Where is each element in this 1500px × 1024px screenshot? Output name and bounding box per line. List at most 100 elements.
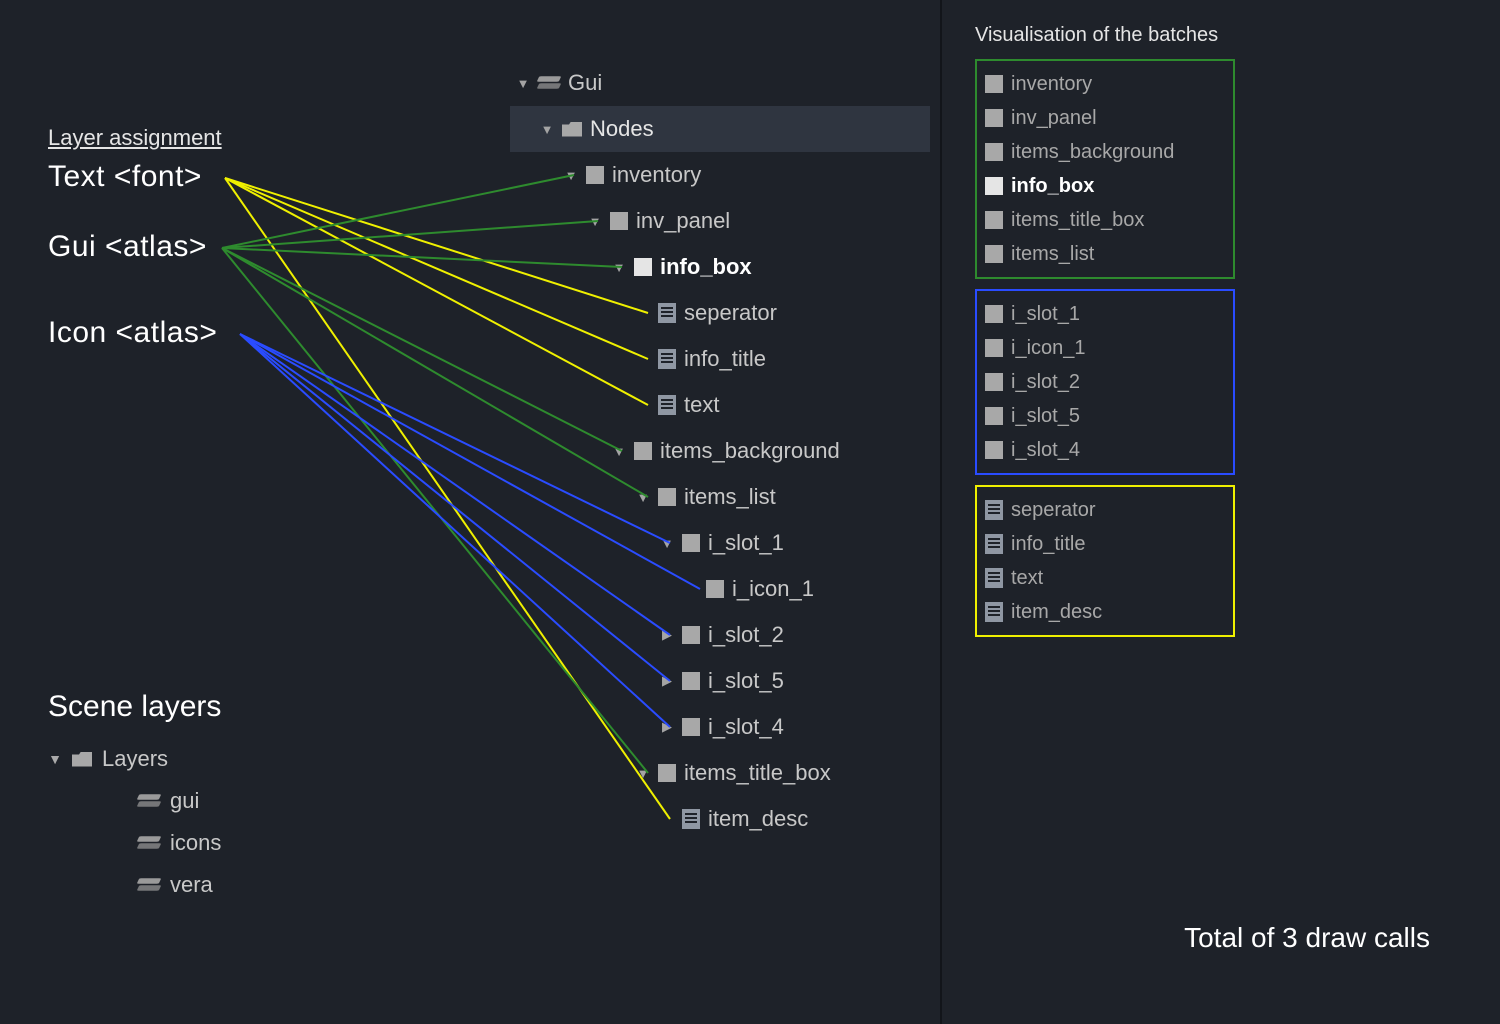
box-node-icon: [682, 534, 700, 552]
batch-row-label: info_box: [1011, 175, 1094, 198]
tree-row-label: i_slot_2: [708, 622, 784, 648]
box-node-icon: [610, 212, 628, 230]
scene-layers-panel: Scene layers ▼ Layers gui icons vera: [48, 690, 221, 906]
batch-row: i_slot_4: [985, 433, 1225, 467]
box-node-icon: [634, 442, 652, 460]
scene-layer-item[interactable]: gui: [84, 780, 221, 822]
text-node-icon: [985, 568, 1003, 588]
box-node-icon: [985, 177, 1003, 195]
layer-assignment-title: Layer assignment: [48, 125, 222, 151]
tree-row[interactable]: item_desc: [510, 796, 930, 842]
batch-group-blue: i_slot_1 i_icon_1 i_slot_2 i_slot_5 i_slot_4: [975, 289, 1235, 475]
scene-layer-item[interactable]: vera: [84, 864, 221, 906]
batch-row: i_slot_1: [985, 297, 1225, 331]
batch-row-label: items_list: [1011, 243, 1094, 266]
box-node-icon: [634, 258, 652, 276]
box-node-icon: [985, 75, 1003, 93]
stack-icon: [138, 792, 160, 810]
tree-row[interactable]: ▼ items_background: [510, 428, 930, 474]
tree-row[interactable]: ▼inv_panel: [510, 198, 930, 244]
box-node-icon: [985, 305, 1003, 323]
chevron-down-icon: ▼: [564, 168, 578, 183]
layer-label-icon: Icon <atlas>: [48, 316, 217, 350]
tree-row-label: items_list: [684, 484, 776, 510]
box-node-icon: [682, 718, 700, 736]
tree-row-label: i_slot_5: [708, 668, 784, 694]
scene-layer-label: vera: [170, 872, 213, 898]
tree-row[interactable]: seperator: [510, 290, 930, 336]
stack-icon: [138, 834, 160, 852]
batch-row-label: info_title: [1011, 533, 1086, 556]
folder-icon: [72, 749, 92, 769]
box-node-icon: [985, 339, 1003, 357]
tree-row[interactable]: ▶ i_slot_4: [510, 704, 930, 750]
scene-layer-label: icons: [170, 830, 221, 856]
chevron-down-icon: ▼: [660, 536, 674, 551]
batch-row-label: i_slot_1: [1011, 303, 1080, 326]
box-node-icon: [706, 580, 724, 598]
tree-row[interactable]: i_icon_1: [510, 566, 930, 612]
batch-row-label: text: [1011, 567, 1043, 590]
tree-row[interactable]: ▼inventory: [510, 152, 930, 198]
tree-row[interactable]: ▼ i_slot_1: [510, 520, 930, 566]
text-node-icon: [985, 534, 1003, 554]
text-node-icon: [658, 303, 676, 323]
tree-row[interactable]: ▶i_slot_5: [510, 658, 930, 704]
tree-row[interactable]: ▼ items_list: [510, 474, 930, 520]
chevron-down-icon: ▼: [612, 260, 626, 275]
batch-row: text: [985, 561, 1225, 595]
batch-group-green: inventoryinv_panel items_background info_b…: [975, 59, 1235, 279]
tree-row[interactable]: ▼items_title_box: [510, 750, 930, 796]
tree-row[interactable]: ▶ i_slot_2: [510, 612, 930, 658]
stack-icon: [138, 876, 160, 894]
node-tree-panel: ▼ Gui ▼ Nodes ▼inventory▼inv_panel▼info_…: [510, 60, 930, 842]
total-draw-calls: Total of 3 draw calls: [1184, 922, 1430, 954]
batch-row: inv_panel: [985, 101, 1225, 135]
batch-row: item_desc: [985, 595, 1225, 629]
chevron-down-icon: ▼: [48, 751, 62, 767]
batch-row: items_title_box: [985, 203, 1225, 237]
batch-row-label: i_slot_2: [1011, 371, 1080, 394]
batch-row: seperator: [985, 493, 1225, 527]
batch-row: inventory: [985, 67, 1225, 101]
box-node-icon: [985, 143, 1003, 161]
tree-root-gui[interactable]: ▼ Gui: [510, 60, 930, 106]
batches-title: Visualisation of the batches: [975, 24, 1235, 47]
tree-row-label: seperator: [684, 300, 777, 326]
scene-layers-title: Scene layers: [48, 690, 221, 724]
box-node-icon: [586, 166, 604, 184]
text-node-icon: [682, 809, 700, 829]
batch-row: items_background: [985, 135, 1225, 169]
tree-row-label: items_background: [660, 438, 840, 464]
tree-nodes-folder[interactable]: ▼ Nodes: [510, 106, 930, 152]
batch-row-label: items_title_box: [1011, 209, 1144, 232]
box-node-icon: [985, 407, 1003, 425]
tree-row[interactable]: info_title: [510, 336, 930, 382]
batch-row: i_icon_1: [985, 331, 1225, 365]
scene-layer-label: gui: [170, 788, 199, 814]
box-node-icon: [985, 441, 1003, 459]
batch-row-label: items_background: [1011, 141, 1174, 164]
chevron-right-icon: ▶: [660, 627, 674, 643]
batch-row-label: seperator: [1011, 499, 1096, 522]
scene-layer-item[interactable]: icons: [84, 822, 221, 864]
box-node-icon: [658, 488, 676, 506]
chevron-right-icon: ▶: [660, 719, 674, 735]
box-node-icon: [682, 626, 700, 644]
tree-row-label: item_desc: [708, 806, 808, 832]
layer-label-gui: Gui <atlas>: [48, 230, 207, 264]
chevron-down-icon: ▼: [516, 76, 530, 91]
chevron-down-icon: ▼: [612, 444, 626, 459]
scene-layers-root[interactable]: ▼ Layers: [48, 738, 221, 780]
batch-row-label: i_slot_4: [1011, 439, 1080, 462]
tree-row-label: i_slot_1: [708, 530, 784, 556]
tree-row-label: i_slot_4: [708, 714, 784, 740]
box-node-icon: [682, 672, 700, 690]
chevron-down-icon: ▼: [636, 490, 650, 505]
batch-row-label: i_slot_5: [1011, 405, 1080, 428]
scene-layers-root-label: Layers: [102, 746, 168, 772]
chevron-down-icon: ▼: [540, 122, 554, 137]
tree-row[interactable]: ▼info_box: [510, 244, 930, 290]
tree-row[interactable]: text: [510, 382, 930, 428]
panel-divider: [940, 0, 942, 1024]
